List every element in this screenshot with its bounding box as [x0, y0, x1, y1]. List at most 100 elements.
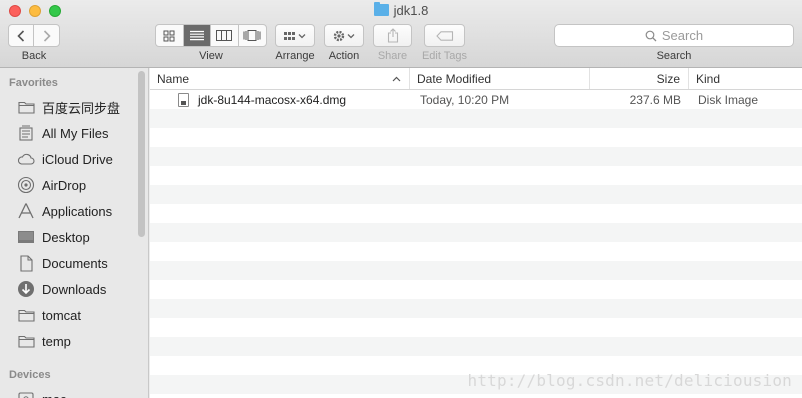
sidebar-item-applications[interactable]: Applications — [0, 198, 148, 224]
tag-icon — [435, 30, 453, 41]
chevron-right-icon — [43, 29, 51, 42]
arrange-button[interactable] — [275, 24, 315, 47]
arrange-label: Arrange — [275, 50, 315, 62]
file-rows: jdk-8u144-macosx-x64.dmg Today, 10:20 PM… — [150, 90, 802, 394]
all-files-icon — [17, 124, 35, 142]
columns-icon — [216, 30, 233, 41]
column-header-name[interactable]: Name — [150, 68, 410, 89]
folder-icon — [17, 332, 35, 350]
empty-row — [150, 185, 802, 204]
devices-heading: Devices — [9, 369, 51, 381]
share-label: Share — [377, 50, 408, 62]
sidebar-item-airdrop[interactable]: AirDrop — [0, 172, 148, 198]
chevron-up-icon — [392, 76, 401, 81]
folder-icon — [17, 306, 35, 324]
airdrop-icon — [17, 176, 35, 194]
file-kind: Disk Image — [698, 92, 759, 107]
action-label: Action — [328, 50, 360, 62]
grid-icon — [163, 30, 175, 41]
empty-row — [150, 204, 802, 223]
view-label: View — [199, 50, 223, 62]
sidebar-item-label: iCloud Drive — [42, 151, 113, 167]
search-input[interactable]: Search — [554, 24, 794, 47]
sidebar: Favorites 百度云同步盘 All My Files iCloud Dri… — [0, 68, 149, 398]
sidebar-item-label: 百度云同步盘 — [42, 100, 121, 116]
window-title: jdk1.8 — [0, 2, 802, 18]
empty-row — [150, 280, 802, 299]
empty-row — [150, 109, 802, 128]
forward-button[interactable] — [34, 25, 59, 46]
sidebar-item-downloads[interactable]: Downloads — [0, 276, 148, 302]
column-header-size[interactable]: Size — [590, 68, 689, 89]
share-button[interactable] — [373, 24, 412, 47]
dmg-file-icon — [178, 92, 189, 107]
column-header-name-label: Name — [157, 71, 190, 86]
sidebar-item-label: temp — [42, 333, 71, 349]
toolbar: jdk1.8 Back View Arrange Action Share Ed… — [0, 0, 802, 68]
file-name-cell: jdk-8u144-macosx-x64.dmg — [150, 90, 410, 109]
column-header-date-label: Date Modified — [417, 71, 492, 86]
empty-row — [150, 147, 802, 166]
empty-row — [150, 223, 802, 242]
column-view-button[interactable] — [211, 25, 239, 46]
favorites-heading: Favorites — [9, 77, 58, 89]
applications-icon — [17, 202, 35, 220]
empty-row — [150, 261, 802, 280]
coverflow-icon — [243, 30, 261, 41]
file-name: jdk-8u144-macosx-x64.dmg — [198, 92, 347, 107]
view-mode-control — [155, 24, 267, 47]
sidebar-item-all-my-files[interactable]: All My Files — [0, 120, 148, 146]
icon-view-button[interactable] — [156, 25, 184, 46]
coverflow-view-button[interactable] — [239, 25, 266, 46]
desktop-icon — [17, 228, 35, 246]
sidebar-item-label: Desktop — [42, 229, 90, 245]
watermark: http://blog.csdn.net/deliciousion — [467, 371, 792, 390]
action-button[interactable] — [324, 24, 364, 47]
sidebar-item-label: Applications — [42, 203, 113, 219]
gear-icon — [333, 30, 355, 41]
arrange-icon — [284, 31, 306, 40]
empty-row — [150, 128, 802, 147]
share-icon — [387, 28, 398, 43]
window-title-text: jdk1.8 — [393, 3, 429, 18]
column-header-date[interactable]: Date Modified — [410, 68, 590, 89]
sidebar-item-baidu[interactable]: 百度云同步盘 — [0, 94, 148, 120]
sidebar-item-tomcat[interactable]: tomcat — [0, 302, 148, 328]
file-size: 237.6 MB — [629, 92, 681, 107]
column-header-kind[interactable]: Kind — [689, 68, 802, 89]
back-button[interactable] — [9, 25, 34, 46]
sidebar-item-desktop[interactable]: Desktop — [0, 224, 148, 250]
file-list: Name Date Modified Size Kind jdk-8u144-m… — [150, 68, 802, 398]
table-row[interactable]: jdk-8u144-macosx-x64.dmg Today, 10:20 PM… — [150, 90, 802, 109]
sidebar-item-label: All My Files — [42, 125, 109, 141]
search-icon — [645, 30, 657, 41]
documents-icon — [17, 254, 35, 272]
edit-tags-label: Edit Tags — [421, 50, 468, 62]
sidebar-item-mac[interactable]: mac — [0, 386, 148, 398]
empty-row — [150, 337, 802, 356]
sidebar-item-label: mac — [42, 392, 67, 398]
folder-icon — [373, 2, 389, 16]
file-date: Today, 10:20 PM — [420, 92, 510, 107]
sidebar-item-temp[interactable]: temp — [0, 328, 148, 354]
list-icon — [189, 30, 204, 41]
empty-row — [150, 242, 802, 261]
sidebar-item-documents[interactable]: Documents — [0, 250, 148, 276]
empty-row — [150, 166, 802, 185]
chevron-left-icon — [17, 29, 25, 42]
folder-icon — [17, 98, 35, 116]
back-label: Back — [21, 50, 47, 62]
sidebar-item-label: Documents — [42, 255, 108, 271]
sidebar-item-icloud-drive[interactable]: iCloud Drive — [0, 146, 148, 172]
downloads-icon — [17, 280, 35, 298]
sidebar-item-label: AirDrop — [42, 177, 87, 193]
sidebar-scrollbar[interactable] — [138, 71, 145, 237]
sidebar-item-label: tomcat — [42, 307, 82, 323]
list-view-button[interactable] — [183, 25, 211, 46]
back-forward-control — [8, 24, 60, 47]
sidebar-item-label: Downloads — [42, 281, 107, 297]
edit-tags-button[interactable] — [424, 24, 465, 47]
empty-row — [150, 299, 802, 318]
search-placeholder: Search — [661, 28, 704, 43]
column-header-kind-label: Kind — [696, 71, 721, 86]
